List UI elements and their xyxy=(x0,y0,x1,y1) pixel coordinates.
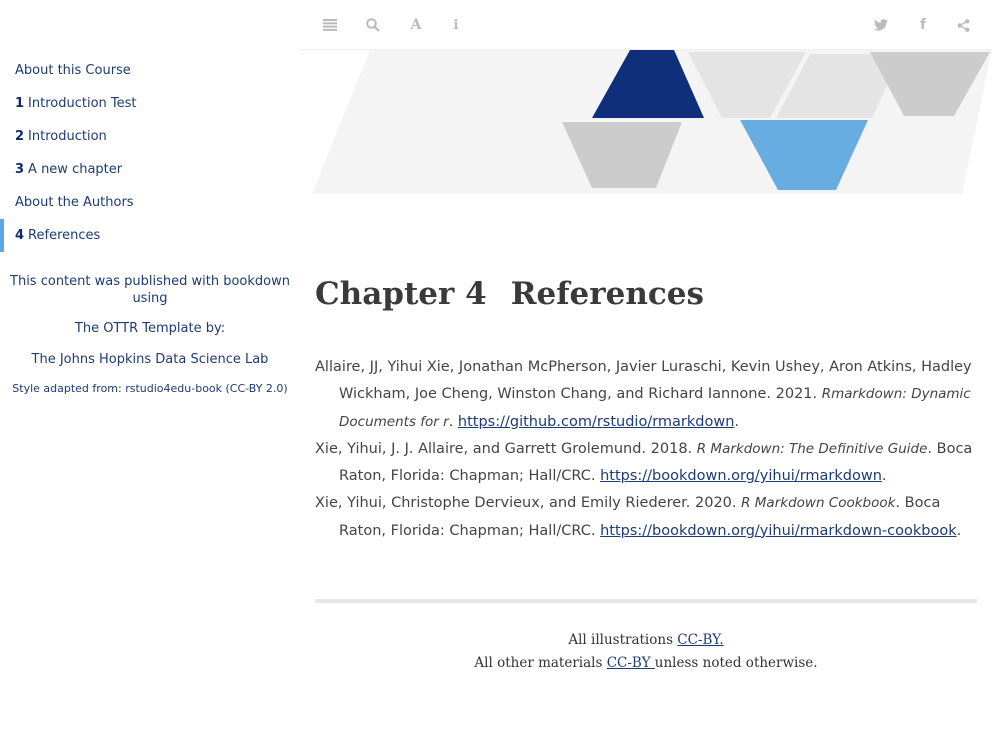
toc-item-label: About the Authors xyxy=(15,195,134,210)
facebook-icon[interactable]: f xyxy=(913,15,933,35)
reference-title: R Markdown Cookbook xyxy=(741,495,896,512)
reference-link[interactable]: https://bookdown.org/yihui/rmarkdown-coo… xyxy=(600,523,957,539)
style-adapted-link[interactable]: Style adapted from: rstudio4edu-book (CC… xyxy=(0,382,300,395)
toc-item-label: Introduction xyxy=(28,129,107,144)
toc-item-number: 2 xyxy=(15,129,25,144)
illustrations-license-text: All illustrations xyxy=(568,632,678,648)
illustrations-license-link[interactable]: CC-BY. xyxy=(677,632,723,648)
font-icon[interactable]: A xyxy=(406,15,426,35)
published-with-text[interactable]: This content was published with bookdown… xyxy=(0,273,300,307)
toc-item-references[interactable]: 4 References xyxy=(0,219,300,252)
reference-link[interactable]: https://github.com/rstudio/rmarkdown xyxy=(458,414,735,430)
reference-publisher: . xyxy=(448,413,458,430)
reference-authors: Xie, Yihui, Christophe Dervieux, and Emi… xyxy=(315,495,742,512)
info-icon[interactable]: i xyxy=(446,15,466,35)
references-list: Allaire, JJ, Yihui Xie, Jonathan McPhers… xyxy=(315,354,977,545)
toc-item-label: A new chapter xyxy=(28,162,123,177)
materials-license-text: All other materials xyxy=(474,655,607,671)
reference-end: . xyxy=(956,522,962,539)
reference-entry: Allaire, JJ, Yihui Xie, Jonathan McPhers… xyxy=(315,354,977,436)
reference-entry: Xie, Yihui, Christophe Dervieux, and Emi… xyxy=(315,490,977,545)
materials-license: All other materials CC-BY unless noted o… xyxy=(315,655,977,671)
materials-license-suffix: unless noted otherwise. xyxy=(654,655,818,671)
reference-end: . xyxy=(734,413,740,430)
materials-license-link[interactable]: CC-BY xyxy=(607,655,655,671)
search-icon[interactable] xyxy=(363,15,383,35)
illustrations-license: All illustrations CC-BY. xyxy=(315,632,977,648)
banner-graphic xyxy=(300,50,992,200)
toolbar: A i f xyxy=(300,0,992,50)
chapter-title: References xyxy=(510,276,704,312)
toc-item-number: 1 xyxy=(15,96,25,111)
toc-item-new-chapter[interactable]: 3 A new chapter xyxy=(0,153,300,186)
toc-item-label: References xyxy=(28,228,101,243)
toc-item-about-course[interactable]: About this Course xyxy=(0,54,300,87)
reference-link[interactable]: https://bookdown.org/yihui/rmarkdown xyxy=(600,468,882,484)
toc-item-about-authors[interactable]: About the Authors xyxy=(0,186,300,219)
toc-item-introduction[interactable]: 2 Introduction xyxy=(0,120,300,153)
table-of-contents: About this Course 1 Introduction Test 2 … xyxy=(0,54,300,252)
toc-item-number: 4 xyxy=(15,228,25,243)
reference-end: . xyxy=(881,468,887,485)
divider xyxy=(315,599,977,603)
sidebar: About this Course 1 Introduction Test 2 … xyxy=(0,0,300,744)
toc-item-number: 3 xyxy=(15,162,25,177)
toc-item-label: Introduction Test xyxy=(28,96,137,111)
twitter-icon[interactable] xyxy=(871,15,891,35)
page-title: Chapter 4 References xyxy=(315,276,704,312)
toc-item-label: About this Course xyxy=(15,63,131,78)
reference-title: R Markdown: The Definitive Guide xyxy=(696,440,928,457)
reference-authors: Xie, Yihui, J. J. Allaire, and Garrett G… xyxy=(315,440,697,457)
share-icon[interactable] xyxy=(953,15,973,35)
template-by-text[interactable]: The OTTR Template by: xyxy=(0,321,300,336)
menu-icon[interactable] xyxy=(320,15,340,35)
chapter-number: Chapter 4 xyxy=(315,276,487,312)
reference-entry: Xie, Yihui, J. J. Allaire, and Garrett G… xyxy=(315,436,977,491)
toc-item-introduction-test[interactable]: 1 Introduction Test xyxy=(0,87,300,120)
lab-link[interactable]: The Johns Hopkins Data Science Lab xyxy=(0,352,300,367)
